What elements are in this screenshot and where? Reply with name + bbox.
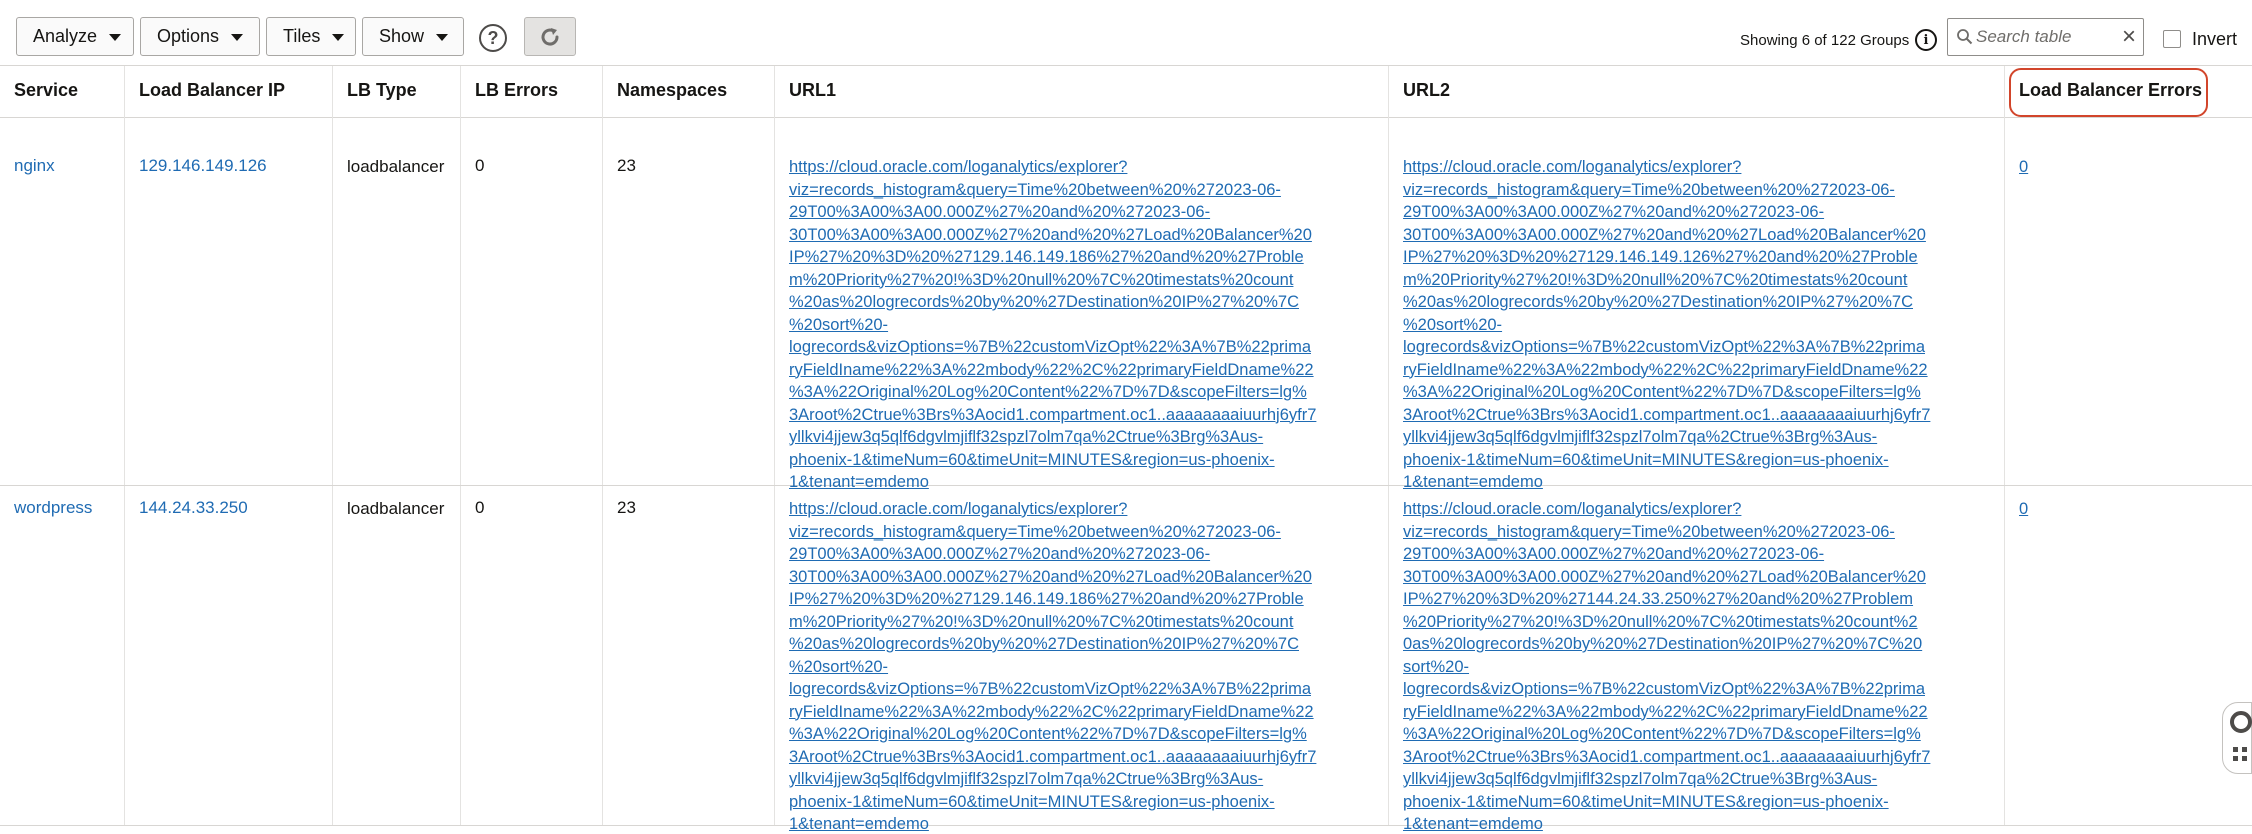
lb-type-value: loadbalancer [347, 499, 445, 518]
load-balancer-errors-link[interactable]: 0 [2019, 500, 2028, 518]
toolbar: Analyze Options Tiles Show ? Showing 6 o… [0, 0, 2252, 66]
lb-type-value: loadbalancer [347, 157, 445, 176]
search-icon [1957, 29, 1973, 45]
analyze-label: Analyze [33, 26, 98, 46]
caret-down-icon [109, 34, 122, 41]
grid-dots-icon [2233, 747, 2247, 761]
close-icon[interactable]: × [2122, 23, 2136, 51]
show-label: Show [379, 26, 425, 46]
options-label: Options [157, 26, 220, 46]
search-field[interactable]: × [1947, 18, 2144, 56]
help-widget[interactable] [2222, 702, 2252, 774]
tiles-menu-button[interactable]: Tiles [266, 17, 356, 56]
column-header-lb-type[interactable]: LB Type [332, 66, 460, 118]
column-header-url2[interactable]: URL2 [1388, 66, 2004, 118]
help-icon[interactable]: ? [479, 24, 507, 52]
url1-link[interactable]: https://cloud.oracle.com/loganalytics/ex… [789, 498, 1378, 834]
load-balancer-errors-link[interactable]: 0 [2019, 158, 2028, 176]
column-header-lb-ip[interactable]: Load Balancer IP [124, 66, 332, 118]
refresh-icon [541, 27, 559, 46]
url2-link[interactable]: https://cloud.oracle.com/loganalytics/ex… [1403, 156, 1994, 494]
table-header: Service Load Balancer IP LB Type LB Erro… [0, 66, 2252, 118]
showing-count: Showing 6 of 122 Groups [1740, 32, 1910, 49]
highlight-annotation [2009, 68, 2208, 117]
namespaces-value: 23 [617, 498, 636, 517]
column-header-lb-errors[interactable]: LB Errors [460, 66, 602, 118]
analyze-menu-button[interactable]: Analyze [16, 17, 134, 56]
service-link[interactable]: nginx [14, 156, 55, 175]
lb-errors-value: 0 [475, 498, 485, 517]
lb-errors-value: 0 [475, 156, 485, 175]
lb-ip-link[interactable]: 129.146.149.126 [139, 156, 267, 175]
column-header-service[interactable]: Service [0, 66, 124, 118]
lifebuoy-icon [2230, 711, 2252, 733]
options-menu-button[interactable]: Options [140, 17, 260, 56]
column-header-namespaces[interactable]: Namespaces [602, 66, 774, 118]
column-header-url1[interactable]: URL1 [774, 66, 1388, 118]
tiles-label: Tiles [283, 26, 321, 46]
help-glyph: ? [487, 27, 499, 48]
table-row: wordpress 144.24.33.250 loadbalancer 0 2… [0, 486, 2252, 833]
caret-down-icon [231, 34, 244, 41]
namespaces-value: 23 [617, 156, 636, 175]
lb-ip-link[interactable]: 144.24.33.250 [139, 498, 248, 517]
caret-down-icon [436, 34, 449, 41]
url2-link[interactable]: https://cloud.oracle.com/loganalytics/ex… [1403, 498, 1994, 834]
show-menu-button[interactable]: Show [362, 17, 464, 56]
info-icon[interactable]: i [1915, 29, 1937, 51]
service-link[interactable]: wordpress [14, 498, 92, 517]
invert-checkbox[interactable] [2163, 30, 2181, 48]
table-row: nginx 129.146.149.126 loadbalancer 0 23 … [0, 118, 2252, 491]
refresh-button[interactable] [524, 17, 576, 56]
search-input[interactable] [1976, 25, 2116, 49]
url1-link[interactable]: https://cloud.oracle.com/loganalytics/ex… [789, 156, 1378, 494]
invert-label: Invert [2192, 29, 2238, 49]
caret-down-icon [332, 34, 345, 41]
info-glyph: i [1923, 32, 1929, 48]
